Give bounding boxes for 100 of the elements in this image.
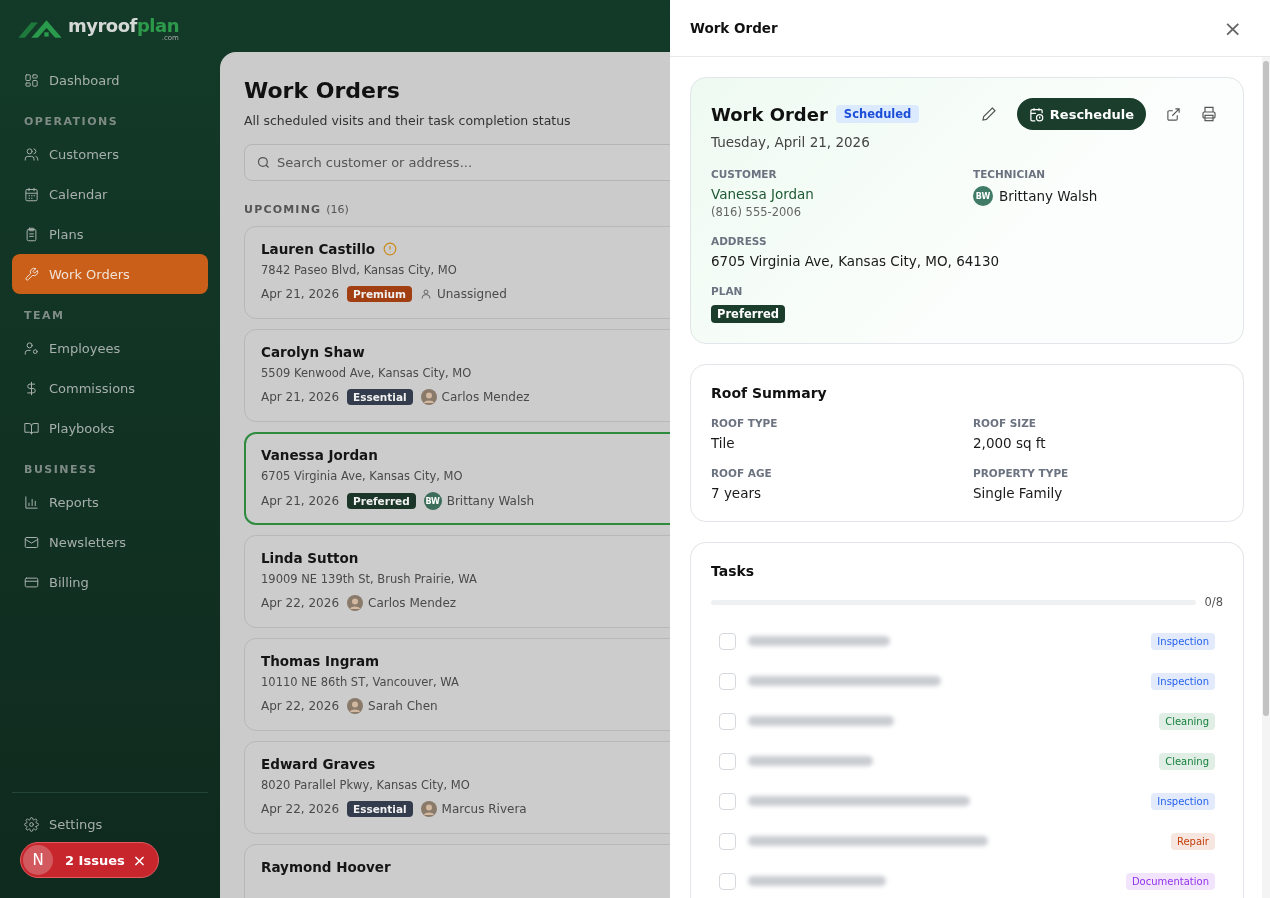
card-title: Tasks (711, 563, 755, 579)
calendar-clock-icon (1028, 106, 1044, 122)
book-icon (24, 420, 39, 436)
customer-address: 6705 Virginia Ave, Kansas City, MO (261, 469, 463, 483)
grid-icon (24, 72, 39, 88)
nav-section-heading: OPERATIONS (23, 114, 120, 130)
field-label: ADDRESS (711, 235, 767, 247)
nav-item[interactable]: Settings (12, 804, 208, 844)
field-label: ROOF AGE (711, 467, 772, 479)
nav-item[interactable]: Commissions (12, 368, 208, 408)
category-tag: Cleaning (1159, 752, 1215, 770)
calendar-icon (24, 186, 39, 202)
card-title: Roof Summary (711, 385, 827, 401)
technician-name: Brittany Walsh (999, 188, 1098, 204)
avatar (347, 595, 363, 611)
category-tag: Inspection (1151, 632, 1215, 650)
mail-icon (24, 534, 39, 550)
nav-item[interactable]: Plans (12, 214, 208, 254)
avatar (420, 801, 437, 817)
issues-count: 2 Issues (65, 852, 125, 868)
customer-link[interactable]: Vanessa Jordan (711, 186, 814, 202)
nav-item[interactable]: Newsletters (12, 522, 208, 562)
field-value: Tile (711, 435, 735, 451)
close-button[interactable]: × (132, 850, 147, 870)
field-label: ROOF TYPE (711, 417, 778, 429)
settings-icon (24, 816, 39, 832)
plan-tag: Essential (347, 389, 413, 405)
address-value: 6705 Virginia Ave, Kansas City, MO, 64130 (711, 253, 1000, 269)
users-icon (24, 146, 39, 162)
external-link-icon[interactable] (1166, 106, 1181, 122)
clipboard-icon (24, 226, 39, 242)
order-date: Apr 22, 2026 (261, 596, 339, 610)
category-tag: Documentation (1125, 872, 1215, 890)
checkbox[interactable] (719, 752, 736, 770)
wrench-icon (24, 266, 39, 282)
nav-section-heading: BUSINESS (23, 462, 99, 478)
technician-name: Carlos Mendez (441, 390, 530, 404)
checkbox[interactable] (719, 832, 736, 850)
person-icon (24, 340, 39, 356)
field-value: 7 years (711, 485, 762, 501)
phone-number: (816) 555-2006 (711, 205, 801, 219)
technician-name: Unassigned (436, 287, 507, 301)
person-icon (419, 288, 432, 300)
field-label: ROOF SIZE (973, 417, 1037, 429)
field-label: TECHNICIAN (973, 168, 1046, 180)
checkbox[interactable] (719, 712, 736, 730)
print-icon[interactable] (1201, 106, 1217, 122)
customer-address: 5509 Kenwood Ave, Kansas City, MO (261, 366, 472, 380)
edit-icon[interactable] (980, 106, 997, 122)
reschedule-button[interactable]: Reschedule (1016, 98, 1146, 130)
category-tag: Inspection (1151, 792, 1215, 810)
order-date: Apr 21, 2026 (261, 287, 339, 301)
visit-date: Tuesday, April 21, 2026 (711, 134, 870, 150)
checkbox[interactable] (719, 672, 736, 690)
order-date: Apr 22, 2026 (261, 802, 339, 816)
close-button[interactable]: × (1223, 15, 1242, 41)
order-date: Apr 21, 2026 (261, 494, 339, 508)
customer-name: Edward Graves (261, 756, 376, 772)
nav-item[interactable]: Customers (12, 134, 208, 174)
plan-tag: Essential (347, 801, 413, 817)
customer-address: 10110 NE 86th ST, Vancouver, WA (261, 675, 459, 689)
scrollbar[interactable] (1262, 57, 1270, 898)
avatar (347, 698, 363, 714)
nav-item[interactable]: Billing (12, 562, 208, 602)
nav-item[interactable]: Reports (12, 482, 208, 522)
nav-item[interactable]: Dashboard (12, 60, 208, 100)
card-title: Work Order (711, 103, 828, 125)
group-label: UPCOMING (244, 203, 322, 216)
plan-tag: Preferred (347, 493, 416, 509)
customer-name: Linda Sutton (261, 550, 359, 566)
customer-name: Vanessa Jordan (261, 447, 378, 463)
status-tag: Scheduled (835, 105, 920, 123)
drawer-title: Work Order (690, 20, 778, 36)
customer-address: 19009 NE 139th St, Brush Prairie, WA (261, 572, 477, 586)
plan-tag: Premium (347, 286, 412, 302)
field-label: PLAN (711, 285, 743, 297)
bar-chart-icon (24, 494, 39, 510)
field-value: Single Family (973, 485, 1063, 501)
customer-name: Carolyn Shaw (261, 344, 365, 360)
checkbox[interactable] (719, 792, 736, 810)
issues-toast[interactable]: N 2 Issues × (20, 842, 160, 878)
category-tag: Inspection (1151, 672, 1215, 690)
nav-item[interactable]: Work Orders (12, 254, 208, 294)
technician-name: Brittany Walsh (446, 494, 535, 508)
field-label: PROPERTY TYPE (973, 467, 1069, 479)
nav-item[interactable]: Calendar (12, 174, 208, 214)
nav-item[interactable]: Employees (12, 328, 208, 368)
order-date: Apr 22, 2026 (261, 699, 339, 713)
category-tag: Cleaning (1159, 712, 1215, 730)
checkbox[interactable] (719, 632, 736, 650)
customer-address: 7842 Paseo Blvd, Kansas City, MO (261, 263, 457, 277)
group-count: (16) (326, 203, 349, 216)
task-count: 0/8 (1204, 595, 1223, 609)
card-icon (24, 574, 39, 590)
avatar: BW (423, 492, 442, 510)
nav-item[interactable]: Playbooks (12, 408, 208, 448)
checkbox[interactable] (719, 872, 736, 890)
technician-name: Sarah Chen (368, 699, 438, 713)
page-subtitle: All scheduled visits and their task completion status (244, 113, 571, 128)
dollar-icon (24, 380, 39, 396)
